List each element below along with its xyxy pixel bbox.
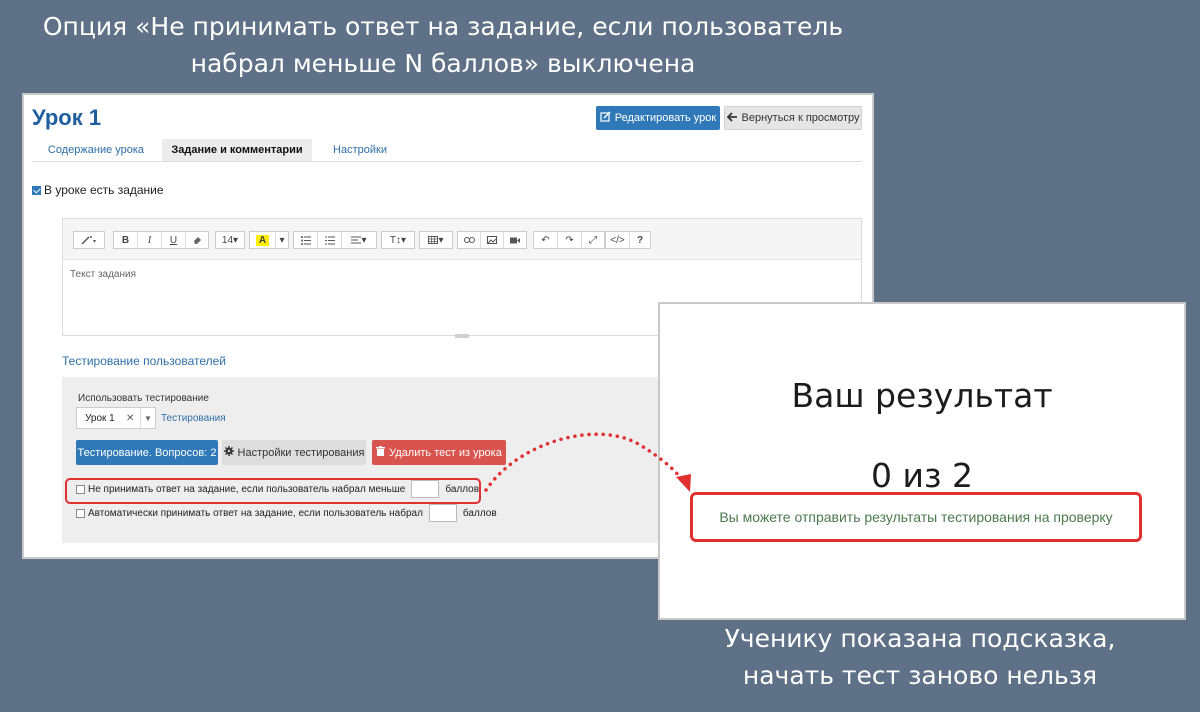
bottom-caption-line2: начать тест заново нельзя — [742, 661, 1098, 690]
dotted-arrow-icon — [484, 432, 691, 492]
bottom-caption: Ученику показана подсказка, начать тест … — [640, 620, 1200, 694]
bottom-caption-line1: Ученику показана подсказка, — [724, 624, 1116, 653]
